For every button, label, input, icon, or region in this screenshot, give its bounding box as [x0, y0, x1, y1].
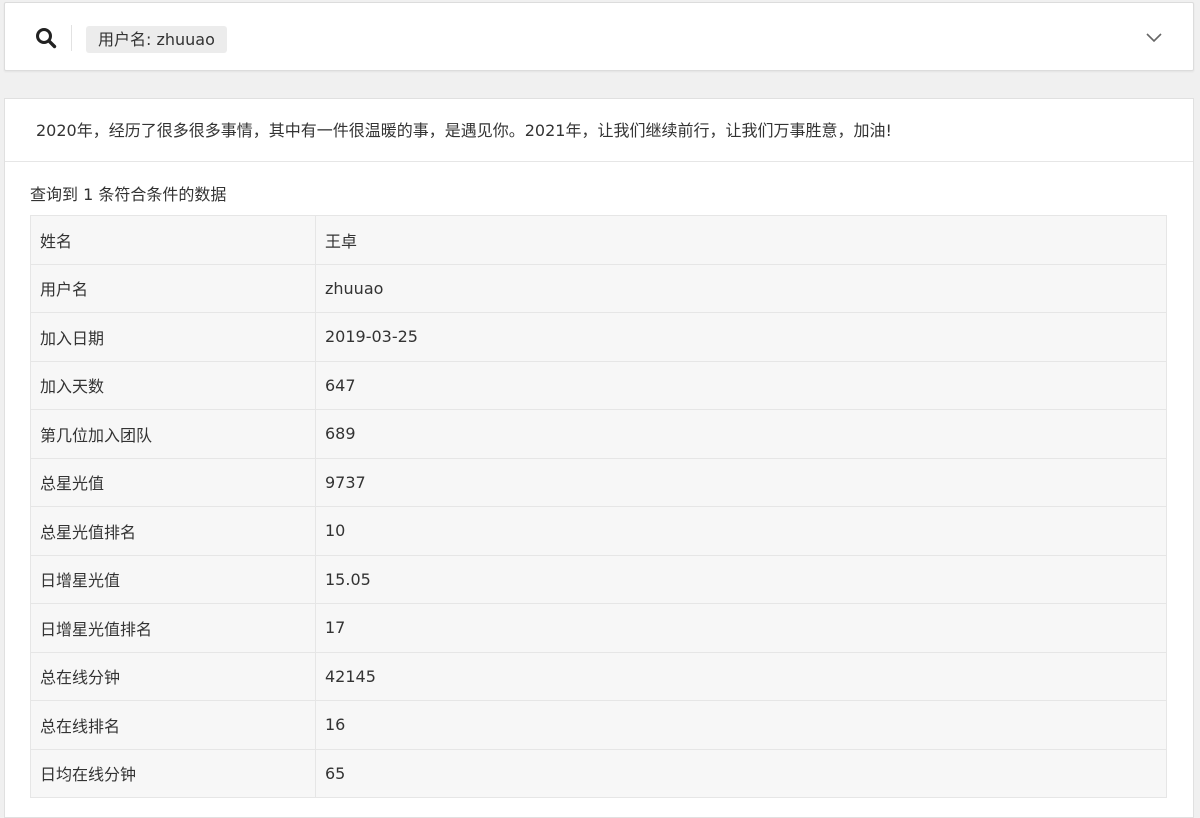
table-row: 加入天数 647 — [30, 360, 1167, 410]
table-row: 第几位加入团队 689 — [30, 409, 1167, 459]
row-value: 65 — [315, 748, 1167, 798]
table-row: 日均在线分钟 65 — [30, 748, 1167, 798]
row-label: 总在线分钟 — [30, 651, 316, 701]
row-label: 总星光值 — [30, 457, 316, 507]
announcement-text: 2020年，经历了很多很多事情，其中有一件很温暖的事，是遇见你。2021年，让我… — [5, 99, 1193, 162]
row-label: 总在线排名 — [30, 700, 316, 750]
search-divider — [71, 25, 72, 51]
row-label: 第几位加入团队 — [30, 409, 316, 459]
table-row: 日增星光值排名 17 — [30, 603, 1167, 653]
filter-tag-username[interactable]: 用户名: zhuuao — [86, 26, 227, 53]
search-icon[interactable] — [35, 27, 57, 49]
row-value: zhuuao — [315, 263, 1167, 313]
table-row: 总星光值排名 10 — [30, 506, 1167, 556]
table-row: 总在线排名 16 — [30, 700, 1167, 750]
row-label: 加入日期 — [30, 312, 316, 362]
result-count: 查询到 1 条符合条件的数据 — [30, 185, 227, 204]
user-detail-table: 姓名 王卓 用户名 zhuuao 加入日期 2019-03-25 加入天数 64… — [30, 215, 1167, 798]
row-label: 用户名 — [30, 263, 316, 313]
table-row: 总星光值 9737 — [30, 457, 1167, 507]
row-value: 15.05 — [315, 554, 1167, 604]
row-label: 总星光值排名 — [30, 506, 316, 556]
row-label: 姓名 — [30, 215, 316, 265]
chevron-down-icon[interactable] — [1145, 29, 1163, 47]
table-row: 总在线分钟 42145 — [30, 651, 1167, 701]
row-value: 王卓 — [315, 215, 1167, 265]
search-bar[interactable]: 用户名: zhuuao — [4, 2, 1194, 71]
table-row: 加入日期 2019-03-25 — [30, 312, 1167, 362]
row-value: 9737 — [315, 457, 1167, 507]
row-label: 日均在线分钟 — [30, 748, 316, 798]
row-value: 42145 — [315, 651, 1167, 701]
row-value: 647 — [315, 360, 1167, 410]
row-value: 689 — [315, 409, 1167, 459]
row-value: 16 — [315, 700, 1167, 750]
table-row: 日增星光值 15.05 — [30, 554, 1167, 604]
table-row: 用户名 zhuuao — [30, 263, 1167, 313]
row-label: 日增星光值 — [30, 554, 316, 604]
row-value: 2019-03-25 — [315, 312, 1167, 362]
row-value: 17 — [315, 603, 1167, 653]
row-value: 10 — [315, 506, 1167, 556]
row-label: 加入天数 — [30, 360, 316, 410]
results-panel: 2020年，经历了很多很多事情，其中有一件很温暖的事，是遇见你。2021年，让我… — [4, 98, 1194, 818]
row-label: 日增星光值排名 — [30, 603, 316, 653]
table-row: 姓名 王卓 — [30, 215, 1167, 265]
